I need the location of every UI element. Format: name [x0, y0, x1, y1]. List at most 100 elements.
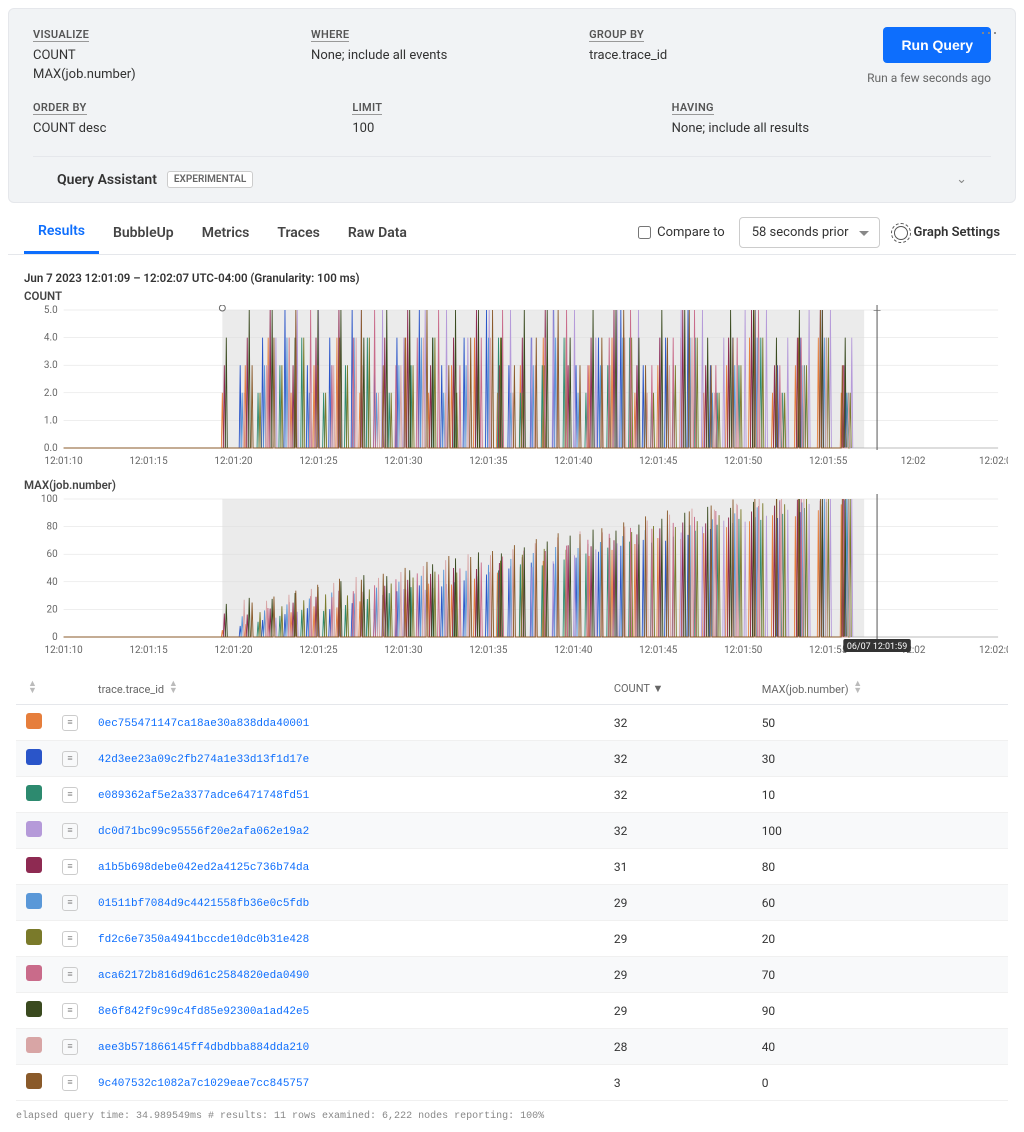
limit-label: LIMIT [352, 101, 382, 115]
trace-id-link[interactable]: aee3b571866145ff4dbdbba884dda210 [98, 1042, 309, 1054]
trace-icon[interactable]: ≡ [62, 1039, 78, 1055]
svg-text:12:01:10: 12:01:10 [44, 645, 83, 656]
max-cell: 80 [752, 849, 1008, 885]
compare-checkbox-input[interactable] [638, 226, 651, 239]
svg-text:12:01:30: 12:01:30 [384, 456, 423, 467]
count-cell: 28 [604, 1029, 752, 1065]
max-cell: 20 [752, 921, 1008, 957]
svg-text:12:01:40: 12:01:40 [554, 645, 593, 656]
query-assistant-title: Query Assistant [57, 172, 157, 188]
trace-icon[interactable]: ≡ [62, 1075, 78, 1091]
graph-settings-button[interactable]: Graph Settings [894, 225, 1000, 240]
table-row[interactable]: ≡ aca62172b816d9d61c2584820eda0490 29 70 [16, 957, 1008, 993]
tab-traces[interactable]: Traces [263, 213, 333, 253]
svg-text:5.0: 5.0 [44, 305, 58, 316]
trace-id-link[interactable]: aca62172b816d9d61c2584820eda0490 [98, 970, 309, 982]
table-row[interactable]: ≡ dc0d71bc99c95556f20e2afa062e19a2 32 10… [16, 813, 1008, 849]
svg-text:12:01:15: 12:01:15 [129, 645, 168, 656]
trace-id-link[interactable]: 0ec755471147ca18ae30a838dda40001 [98, 718, 309, 730]
count-cell: 3 [604, 1065, 752, 1101]
trace-icon[interactable]: ≡ [62, 859, 78, 875]
color-swatch [26, 1001, 42, 1017]
svg-text:12:01:40: 12:01:40 [554, 456, 593, 467]
table-row[interactable]: ≡ e089362af5e2a3377adce6471748fd51 32 10 [16, 777, 1008, 813]
visualize-label: VISUALIZE [33, 28, 89, 42]
table-header[interactable]: COUNT ▼ [604, 673, 752, 705]
table-row[interactable]: ≡ a1b5b698debe042ed2a4125c736b74da 31 80 [16, 849, 1008, 885]
svg-text:06/07 12:01:59: 06/07 12:01:59 [847, 642, 907, 652]
where-value[interactable]: None; include all events [311, 48, 549, 63]
having-value[interactable]: None; include all results [672, 121, 951, 136]
trace-icon[interactable]: ≡ [62, 895, 78, 911]
trace-icon[interactable]: ≡ [62, 823, 78, 839]
trace-id-link[interactable]: 8e6f842f9c99c4fd85e92300a1ad42e5 [98, 1006, 309, 1018]
trace-icon[interactable]: ≡ [62, 787, 78, 803]
trace-icon[interactable]: ≡ [62, 751, 78, 767]
table-row[interactable]: ≡ 8e6f842f9c99c4fd85e92300a1ad42e5 29 90 [16, 993, 1008, 1029]
tab-results[interactable]: Results [24, 211, 99, 254]
table-row[interactable]: ≡ aee3b571866145ff4dbdbba884dda210 28 40 [16, 1029, 1008, 1065]
svg-text:0.0: 0.0 [44, 443, 58, 454]
visualize-value-1[interactable]: MAX(job.number) [33, 67, 271, 82]
trace-id-link[interactable]: fd2c6e7350a4941bccde10dc0b31e428 [98, 934, 309, 946]
svg-text:12:01:25: 12:01:25 [299, 456, 338, 467]
tab-bubbleup[interactable]: BubbleUp [99, 213, 188, 253]
svg-text:12:01:10: 12:01:10 [44, 456, 83, 467]
color-swatch [26, 713, 42, 729]
trace-icon[interactable]: ≡ [62, 931, 78, 947]
svg-text:12:01:45: 12:01:45 [639, 456, 678, 467]
table-row[interactable]: ≡ 01511bf7084d9c4421558fb36e0c5fdb 29 60 [16, 885, 1008, 921]
max-chart[interactable]: 02040608010012:01:1012:01:1512:01:2012:0… [16, 494, 1008, 659]
tab-metrics[interactable]: Metrics [188, 213, 264, 253]
count-cell: 29 [604, 885, 752, 921]
groupby-value[interactable]: trace.trace_id [589, 48, 827, 63]
max-cell: 70 [752, 957, 1008, 993]
tab-rawdata[interactable]: Raw Data [334, 213, 421, 253]
table-header[interactable]: trace.trace_id ▲▼ [88, 673, 604, 705]
run-query-button[interactable]: Run Query [883, 27, 991, 63]
svg-text:12:01:55: 12:01:55 [809, 456, 848, 467]
table-row[interactable]: ≡ 42d3ee23a09c2fb274a1e33d13f1d17e 32 30 [16, 741, 1008, 777]
trace-id-link[interactable]: 9c407532c1082a7c1029eae7cc845757 [98, 1078, 309, 1090]
trace-id-link[interactable]: dc0d71bc99c95556f20e2afa062e19a2 [98, 826, 309, 838]
count-cell: 31 [604, 849, 752, 885]
trace-icon[interactable]: ≡ [62, 715, 78, 731]
table-header[interactable]: ▲▼ [16, 673, 52, 705]
count-cell: 32 [604, 813, 752, 849]
trace-icon[interactable]: ≡ [62, 967, 78, 983]
svg-text:12:02: 12:02 [901, 456, 926, 467]
table-row[interactable]: ≡ 0ec755471147ca18ae30a838dda40001 32 50 [16, 705, 1008, 741]
trace-id-link[interactable]: 01511bf7084d9c4421558fb36e0c5fdb [98, 898, 309, 910]
orderby-value[interactable]: COUNT desc [33, 121, 312, 136]
count-chart[interactable]: 0.01.02.03.04.05.012:01:1012:01:1512:01:… [16, 305, 1008, 470]
svg-text:12:01:50: 12:01:50 [724, 456, 763, 467]
svg-text:12:01:55: 12:01:55 [809, 645, 848, 656]
svg-text:12:02:05: 12:02:05 [979, 645, 1008, 656]
limit-value[interactable]: 100 [352, 121, 631, 136]
svg-text:12:01:35: 12:01:35 [469, 456, 508, 467]
having-label: HAVING [672, 101, 714, 115]
color-swatch [26, 1037, 42, 1053]
max-cell: 0 [752, 1065, 1008, 1101]
count-cell: 29 [604, 921, 752, 957]
trace-icon[interactable]: ≡ [62, 1003, 78, 1019]
table-header[interactable] [52, 673, 88, 705]
table-row[interactable]: ≡ 9c407532c1082a7c1029eae7cc845757 3 0 [16, 1065, 1008, 1101]
color-swatch [26, 1073, 42, 1089]
color-swatch [26, 965, 42, 981]
chart-title-max: MAX(job.number) [24, 478, 1008, 492]
svg-text:12:01:30: 12:01:30 [384, 645, 423, 656]
trace-id-link[interactable]: e089362af5e2a3377adce6471748fd51 [98, 790, 309, 802]
compare-to-checkbox[interactable]: Compare to [638, 225, 725, 240]
table-row[interactable]: ≡ fd2c6e7350a4941bccde10dc0b31e428 29 20 [16, 921, 1008, 957]
visualize-value-0[interactable]: COUNT [33, 48, 271, 63]
query-assistant-bar[interactable]: Query Assistant EXPERIMENTAL ⌄ [33, 156, 991, 202]
chart-title-count: COUNT [24, 289, 1008, 303]
trace-id-link[interactable]: 42d3ee23a09c2fb274a1e33d13f1d17e [98, 754, 309, 766]
trace-id-link[interactable]: a1b5b698debe042ed2a4125c736b74da [98, 862, 309, 874]
svg-text:80: 80 [47, 522, 59, 533]
count-cell: 32 [604, 777, 752, 813]
menu-icon[interactable]: ⋯ [980, 23, 999, 44]
table-header[interactable]: MAX(job.number) ▲▼ [752, 673, 1008, 705]
compare-select[interactable]: 58 seconds prior [739, 217, 880, 248]
